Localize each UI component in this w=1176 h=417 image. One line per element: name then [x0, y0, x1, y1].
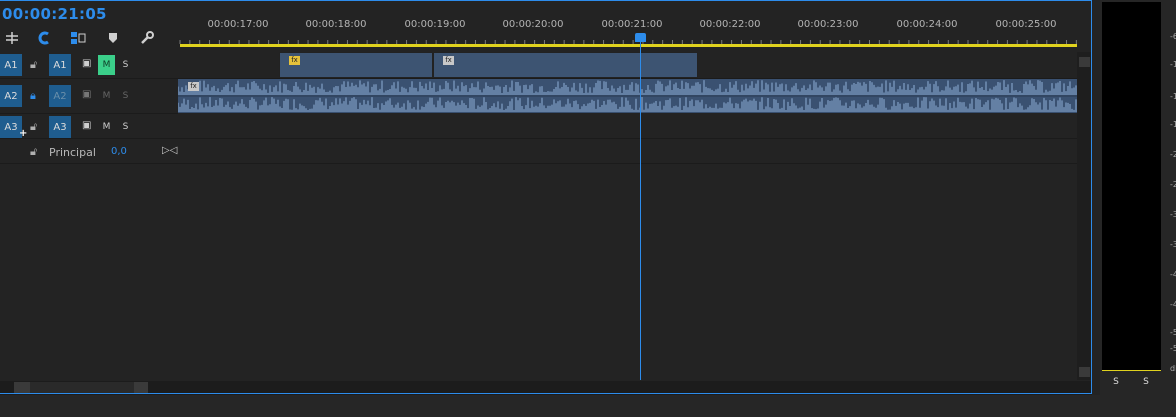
audio-meter: S S [1100, 0, 1176, 395]
lock-icon[interactable]: 🔓︎ [30, 58, 37, 72]
audio-clip[interactable]: fx [433, 52, 698, 78]
solo-button-a1[interactable]: S [117, 55, 134, 75]
scroll-handle-right[interactable] [134, 382, 148, 394]
ruler-tick-label: 00:00:25:00 [995, 19, 1057, 30]
meter-scale-label: -5 [1170, 344, 1176, 353]
add-track-plus-icon[interactable]: + [19, 128, 27, 139]
solo-button-a3[interactable]: S [117, 117, 134, 137]
meter-display [1102, 2, 1161, 370]
add-marker-icon[interactable] [103, 28, 123, 48]
ruler-tick-label: 00:00:17:00 [207, 19, 269, 30]
audio-clip-a2[interactable]: fx [178, 79, 1077, 113]
track-header-a2: A2 🔒︎ A2 ▣ M S [0, 79, 178, 114]
ruler-tick-label: 00:00:19:00 [404, 19, 466, 30]
lock-icon[interactable]: 🔒︎ [30, 89, 36, 103]
linked-selection-icon[interactable] [68, 28, 88, 48]
meter-scale-label: -2 [1170, 150, 1176, 159]
wrench-settings-icon[interactable] [137, 28, 157, 48]
fx-badge-icon: fx [188, 82, 199, 91]
scroll-thumb[interactable] [30, 382, 134, 394]
track-headers: A1 🔓︎ A1 ▣ M S A2 🔒︎ A2 ▣ M S A3 + 🔓︎ A3… [0, 52, 178, 382]
current-timecode[interactable]: 00:00:21:05 [2, 5, 107, 23]
meter-scale-label: dB [1170, 364, 1176, 373]
horizontal-scrollbar[interactable] [0, 381, 1092, 395]
mute-button-a1[interactable]: M [98, 55, 115, 75]
work-area-bar[interactable] [180, 44, 1077, 47]
meter-scale-label: -4 [1170, 300, 1176, 309]
ruler-tick-label: 00:00:20:00 [502, 19, 564, 30]
mute-button-a2[interactable]: M [98, 86, 115, 106]
playhead-handle[interactable] [635, 33, 646, 42]
lock-icon[interactable]: 🔓︎ [30, 145, 37, 159]
meter-scale-label: -4 [1170, 270, 1176, 279]
master-volume-value[interactable]: 0,0 [111, 146, 127, 157]
solo-right-button[interactable]: S [1136, 377, 1156, 387]
ruler-tick-label: 00:00:21:00 [601, 19, 663, 30]
track-row-master[interactable] [178, 139, 1077, 164]
status-strip [0, 395, 1176, 417]
timeline-toolbar [0, 28, 178, 48]
voiceover-record-icon[interactable]: ▣ [82, 89, 91, 100]
meter-level-line [1102, 370, 1161, 371]
source-patch-a2[interactable]: A2 [0, 85, 22, 107]
voiceover-record-icon[interactable]: ▣ [82, 120, 91, 131]
snap-nest-icon[interactable] [2, 28, 22, 48]
solo-button-a2[interactable]: S [117, 86, 134, 106]
track-target-a3[interactable]: A3 [49, 116, 71, 138]
ruler-tick-label: 00:00:23:00 [797, 19, 859, 30]
meter-scale-label: -2 [1170, 180, 1176, 189]
track-target-a1[interactable]: A1 [49, 54, 71, 76]
meter-scale-label: -3 [1170, 210, 1176, 219]
ruler-tick-label: 00:00:22:00 [699, 19, 761, 30]
ruler-tick-label: 00:00:24:00 [896, 19, 958, 30]
playhead-line[interactable] [640, 38, 641, 380]
lock-icon[interactable]: 🔓︎ [30, 120, 37, 134]
meter-scale-label: -5 [1170, 328, 1176, 337]
fx-badge-icon: fx [443, 56, 454, 65]
meter-scale-label: -3 [1170, 240, 1176, 249]
meter-scale-label: -1 [1170, 92, 1176, 101]
timeline-panel: 00:00:21:05 00:00:17:00 00:00:18:00 00:0… [0, 0, 1093, 395]
ruler-tick-label: 00:00:18:00 [305, 19, 367, 30]
mute-button-a3[interactable]: M [98, 117, 115, 137]
track-area[interactable]: fx fx fx [178, 52, 1077, 380]
bowtie-icon[interactable]: ▷◁ [162, 145, 177, 156]
scroll-thumb-top[interactable] [1079, 57, 1090, 67]
meter-scale-label: -1 [1170, 60, 1176, 69]
track-row-a1[interactable]: fx fx [178, 52, 1077, 79]
audio-clip[interactable]: fx [279, 52, 433, 78]
track-header-master: 🔓︎ Principal 0,0 ▷◁ [0, 139, 178, 164]
voiceover-record-icon[interactable]: ▣ [82, 58, 91, 69]
meter-scale-label: -1 [1170, 120, 1176, 129]
master-track-label: Principal [49, 146, 96, 159]
track-target-a2[interactable]: A2 [49, 85, 71, 107]
waveform [178, 80, 1077, 112]
fx-badge-icon: fx [289, 56, 300, 65]
scroll-thumb-bottom[interactable] [1079, 367, 1090, 377]
source-patch-a1[interactable]: A1 [0, 54, 22, 76]
scroll-handle-left[interactable] [14, 382, 30, 394]
track-header-a3: A3 + 🔓︎ A3 ▣ M S [0, 114, 178, 139]
meter-scale-label: -6 [1170, 32, 1176, 41]
vertical-scrollbar[interactable] [1077, 52, 1092, 380]
solo-left-button[interactable]: S [1106, 377, 1126, 387]
snap-magnet-icon[interactable] [34, 28, 54, 48]
track-row-a3[interactable] [178, 114, 1077, 139]
track-header-a1: A1 🔓︎ A1 ▣ M S [0, 52, 178, 79]
